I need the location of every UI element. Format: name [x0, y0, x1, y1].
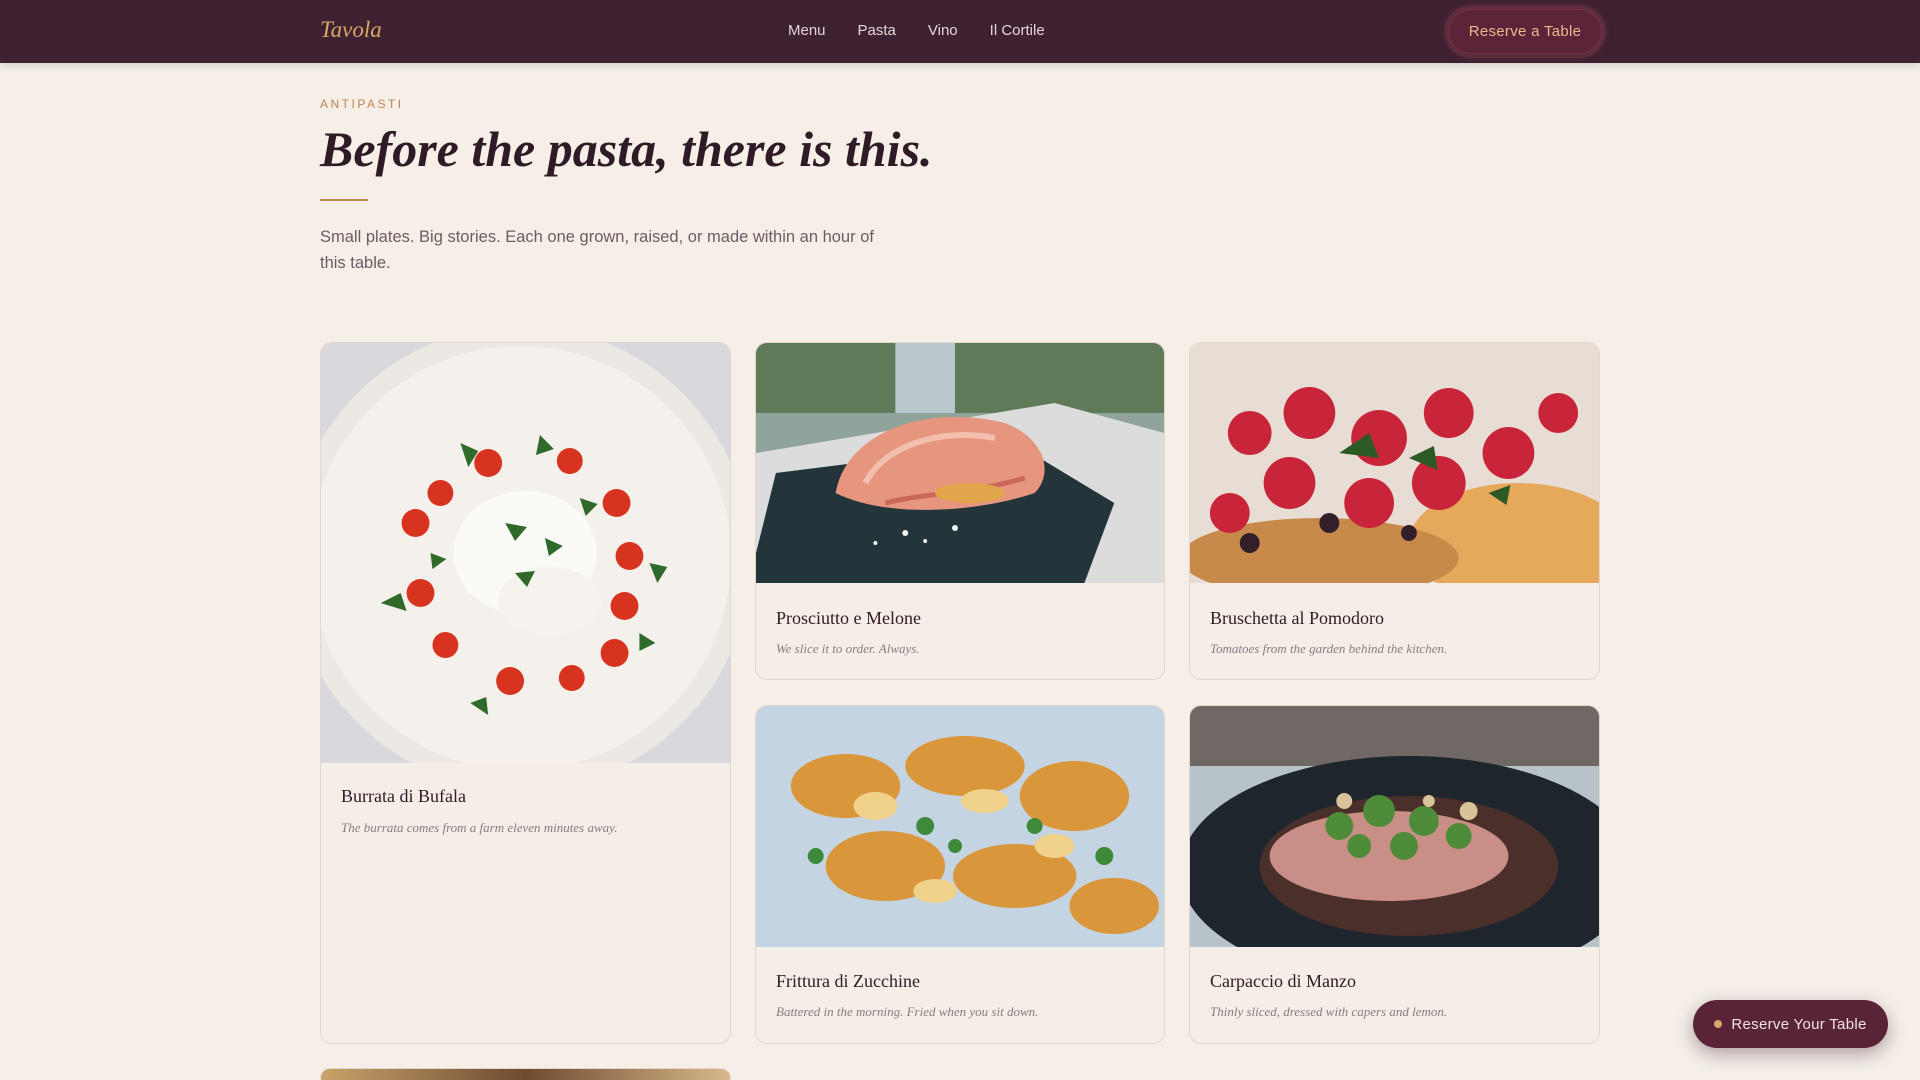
floating-reserve-button[interactable]: Reserve Your Table: [1693, 1000, 1888, 1048]
dish-description: Battered in the morning. Fried when you …: [776, 1004, 1039, 1019]
section-eyebrow: ANTIPASTI: [320, 97, 404, 111]
dish-card-frittura[interactable]: Frittura di Zucchine Battered in the mor…: [755, 705, 1165, 1044]
dish-name: Carpaccio di Manzo: [1210, 971, 1356, 991]
nav-link-vino[interactable]: Vino: [928, 22, 958, 39]
dish-description: Tomatoes from the garden behind the kitc…: [1210, 641, 1448, 656]
dish-card-partial[interactable]: [320, 1068, 731, 1080]
dish-description: The burrata comes from a farm eleven min…: [341, 820, 618, 835]
dish-card-burrata[interactable]: Burrata di Bufala The burrata comes from…: [320, 342, 731, 1044]
title-divider: [320, 199, 368, 201]
nav-link-pasta[interactable]: Pasta: [858, 22, 896, 39]
dish-description: Thinly sliced, dressed with capers and l…: [1210, 1004, 1448, 1019]
dish-photo: [321, 1069, 730, 1080]
dish-card-prosciutto[interactable]: Prosciutto e Melone We slice it to order…: [755, 342, 1165, 680]
site-header: Tavola Menu Pasta Vino Il Cortile Reserv…: [0, 0, 1920, 63]
dish-photo: [321, 343, 730, 763]
nav-link-menu[interactable]: Menu: [788, 22, 826, 39]
dish-name: Frittura di Zucchine: [776, 971, 920, 991]
logo[interactable]: Tavola: [320, 17, 382, 43]
page-title: Before the pasta, there is this.: [320, 121, 933, 177]
nav-link-il-cortile[interactable]: Il Cortile: [990, 22, 1045, 39]
dish-name: Bruschetta al Pomodoro: [1210, 608, 1384, 628]
status-dot-icon: [1714, 1020, 1723, 1028]
dish-photo: [756, 343, 1164, 583]
dish-photo: [756, 706, 1164, 947]
dish-card-carpaccio[interactable]: Carpaccio di Manzo Thinly sliced, dresse…: [1189, 705, 1600, 1044]
main-nav: Menu Pasta Vino Il Cortile: [788, 22, 1045, 39]
dish-photo: [1190, 706, 1599, 947]
reserve-table-button[interactable]: Reserve a Table: [1448, 9, 1602, 54]
dish-name: Prosciutto e Melone: [776, 608, 921, 628]
section-lede: Small plates. Big stories. Each one grow…: [320, 228, 874, 272]
dish-photo: [1190, 343, 1599, 583]
floating-reserve-label: Reserve Your Table: [1731, 1015, 1867, 1033]
dish-card-bruschetta[interactable]: Bruschetta al Pomodoro Tomatoes from the…: [1189, 342, 1600, 680]
dish-name: Burrata di Bufala: [341, 786, 466, 806]
dish-description: We slice it to order. Always.: [776, 641, 920, 656]
